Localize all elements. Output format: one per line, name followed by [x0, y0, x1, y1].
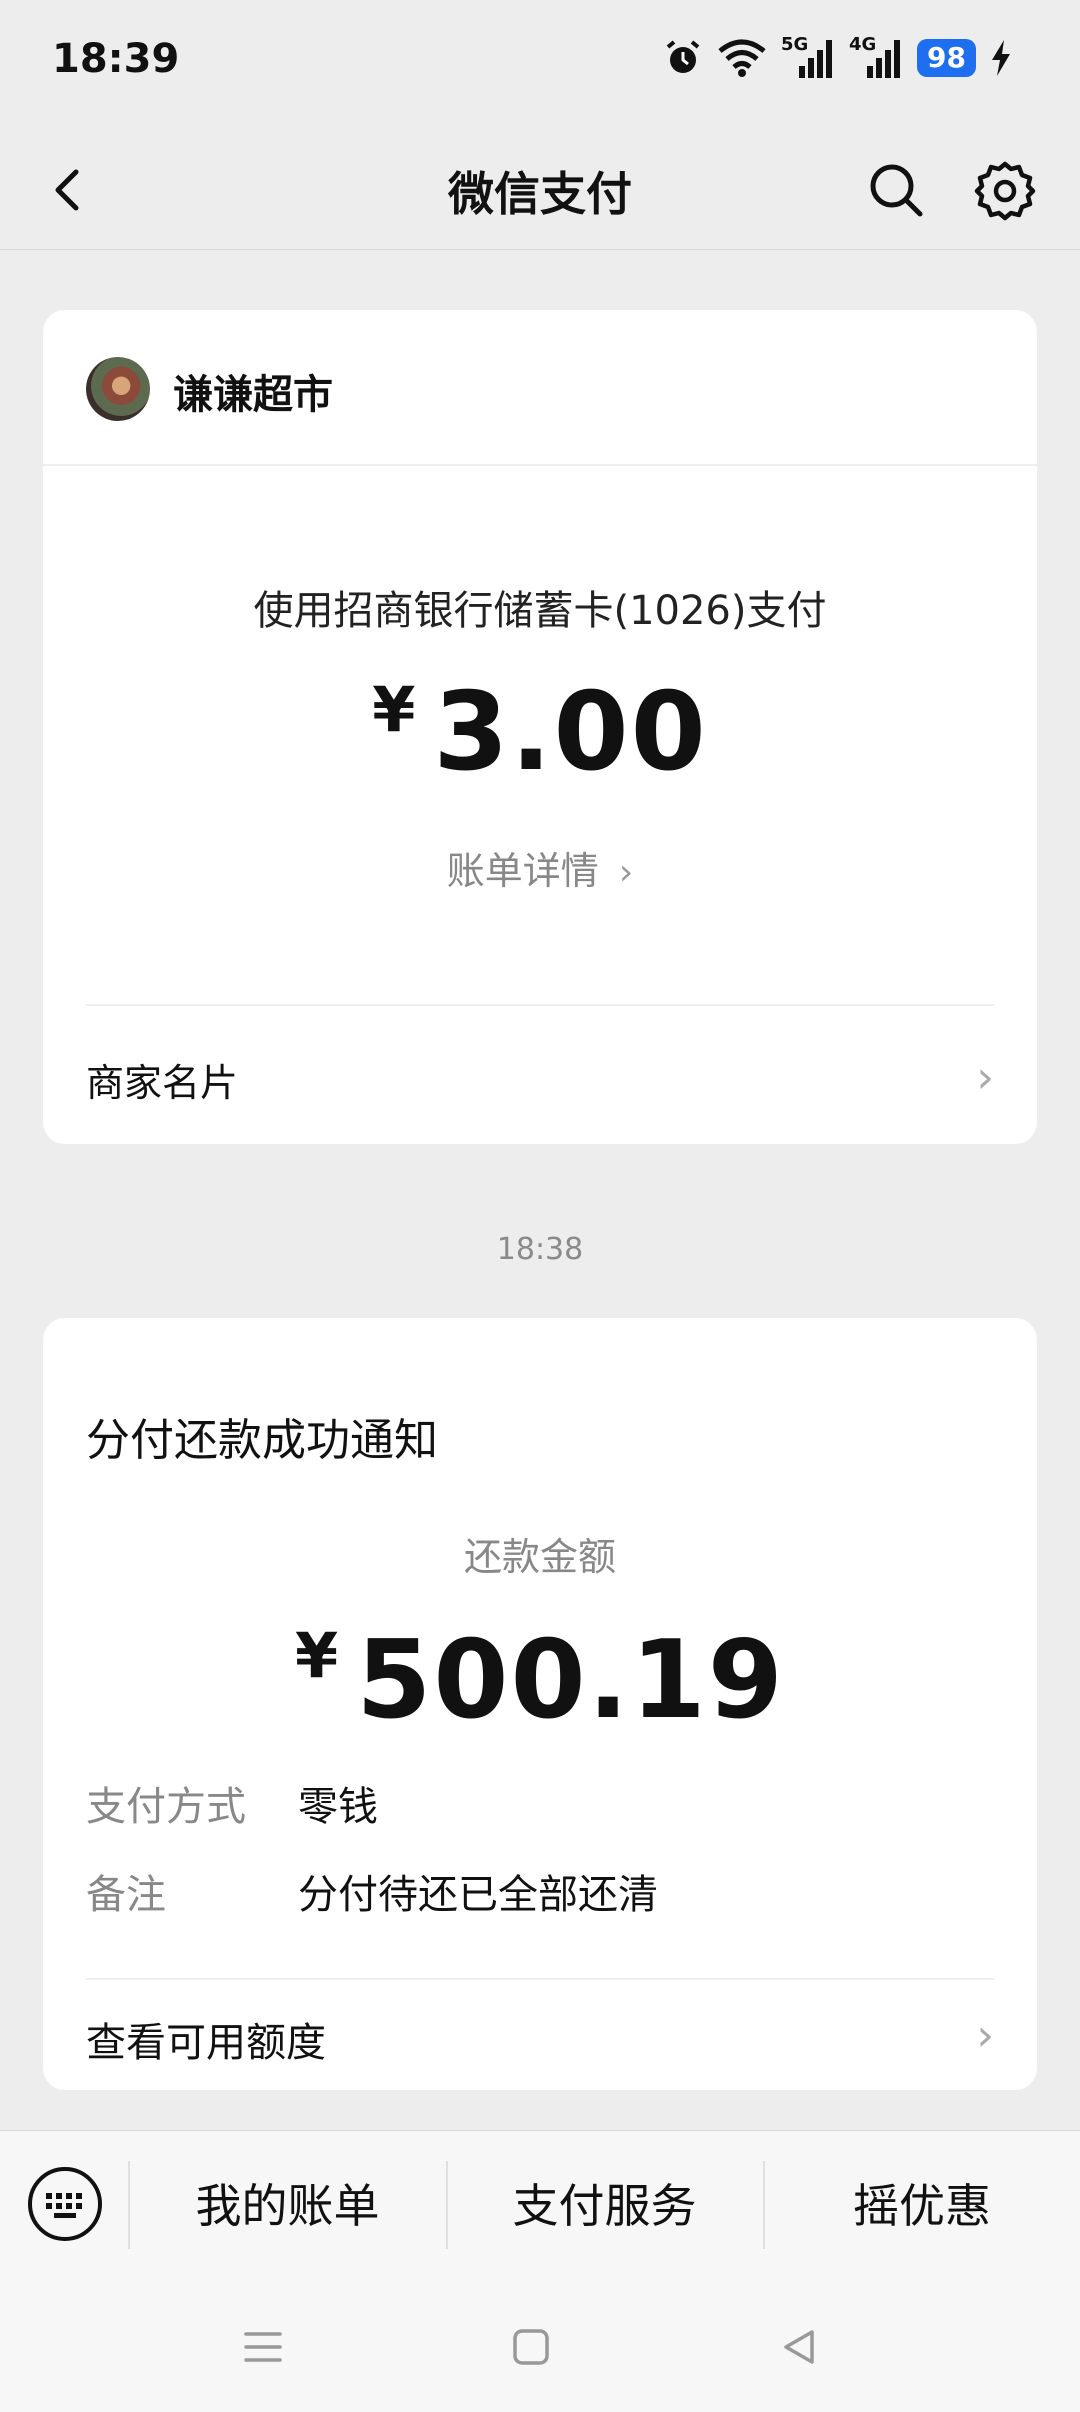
view-credit-label: 查看可用额度: [86, 2020, 326, 2066]
settings-icon[interactable]: [974, 160, 1036, 222]
merchant-card-link[interactable]: 商家名片 ›: [86, 1052, 994, 1112]
nav-bar: 微信支付: [0, 130, 1080, 250]
merchant-avatar[interactable]: [86, 357, 150, 421]
merchant-header[interactable]: 谦谦超市: [43, 310, 1037, 466]
back-nav-icon[interactable]: [774, 2322, 824, 2372]
payment-method-text: 使用招商银行储蓄卡(1026)支付: [253, 588, 827, 634]
signal-4g-icon: 4G: [849, 34, 903, 78]
home-icon[interactable]: [506, 2322, 556, 2372]
note-label: 备注: [86, 1872, 166, 1918]
menu-shake-discount[interactable]: 摇优惠: [764, 2131, 1080, 2281]
currency-symbol: ¥: [372, 673, 416, 746]
payment-card[interactable]: 谦谦超市 使用招商银行储蓄卡(1026)支付 ¥3.00 账单详情 › 商家名片…: [43, 310, 1037, 1144]
system-nav-bar: [0, 2280, 1080, 2412]
keyboard-icon[interactable]: [28, 2167, 102, 2241]
amount-value: 500.19: [356, 1618, 785, 1743]
bill-detail-label: 账单详情: [446, 849, 599, 893]
divider: [86, 1978, 994, 1980]
chevron-right-icon: ›: [976, 2010, 994, 2061]
merchant-name: 谦谦超市: [173, 372, 333, 418]
wifi-icon: [718, 39, 766, 77]
status-time: 18:39: [52, 36, 180, 82]
status-bar: 18:39 5G 4G 98: [0, 0, 1080, 120]
menu-pay-service[interactable]: 支付服务: [447, 2131, 762, 2281]
menu-icon[interactable]: [238, 2322, 288, 2372]
repay-amount-label: 还款金额: [463, 1535, 616, 1579]
menu-my-bill[interactable]: 我的账单: [130, 2131, 445, 2281]
currency-symbol: ¥: [295, 1619, 339, 1692]
pay-method-label: 支付方式: [86, 1784, 246, 1830]
pay-method-value: 零钱: [298, 1784, 378, 1830]
merchant-card-label: 商家名片: [86, 1061, 239, 1105]
status-icons: 5G 4G 98: [663, 34, 1012, 78]
bill-detail-link[interactable]: 账单详情 ›: [43, 840, 1037, 895]
chevron-right-icon: ›: [976, 1052, 994, 1103]
repay-amount: ¥500.19: [43, 1618, 1037, 1743]
alarm-icon: [666, 40, 700, 73]
charging-icon: [992, 40, 1010, 76]
chevron-right-icon: ›: [618, 852, 634, 893]
search-icon[interactable]: [866, 160, 926, 220]
bottom-menu: 我的账单 支付服务 摇优惠: [0, 2130, 1080, 2280]
amount-value: 3.00: [433, 670, 708, 795]
payment-amount: ¥3.00: [43, 670, 1037, 795]
divider: [86, 1004, 994, 1006]
message-timestamp: 18:38: [496, 1232, 584, 1267]
repayment-card[interactable]: 分付还款成功通知 还款金额 ¥500.19 支付方式 零钱 备注 分付待还已全部…: [43, 1318, 1037, 2090]
battery-icon: 98: [917, 39, 976, 77]
note-value: 分付待还已全部还清: [298, 1872, 658, 1918]
view-credit-link[interactable]: 查看可用额度 ›: [86, 2010, 994, 2070]
notice-title: 分付还款成功通知: [86, 1415, 438, 1466]
signal-5g-icon: 5G: [781, 34, 835, 78]
